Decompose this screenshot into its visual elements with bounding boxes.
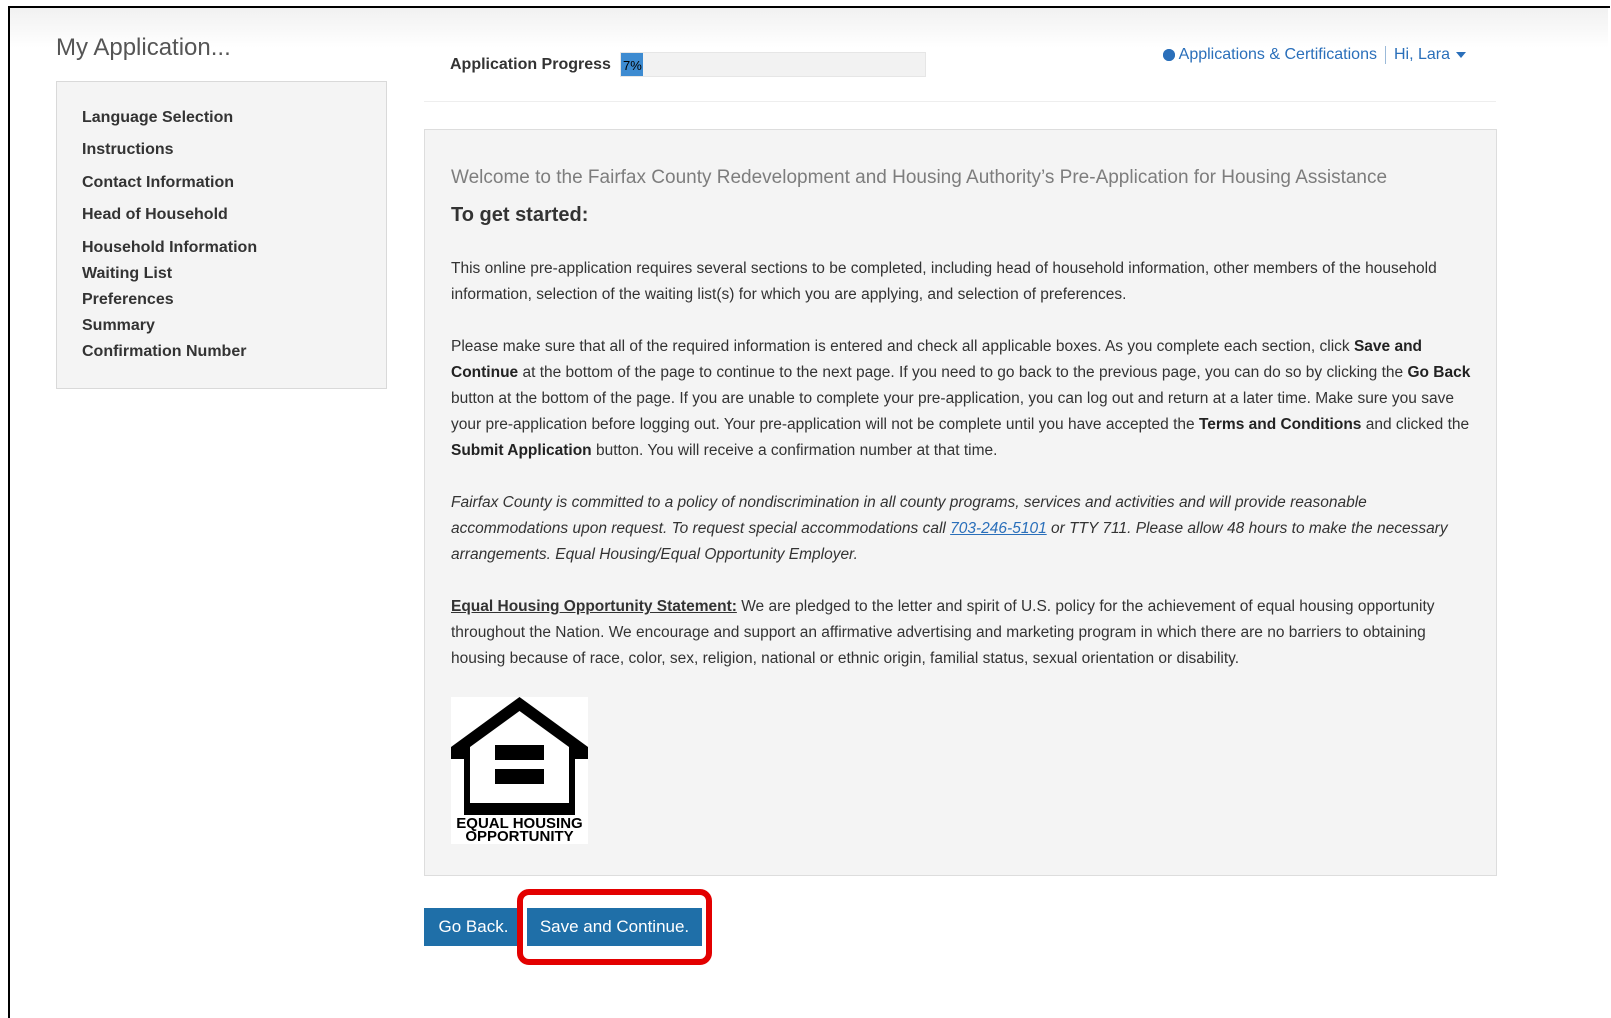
header-links: Applications & Certifications Hi, Lara: [1162, 46, 1466, 64]
phone-link[interactable]: 703-246-5101: [950, 520, 1047, 537]
instructions-text-5: button. You will receive a confirmation …: [591, 442, 998, 459]
header-background: [10, 8, 1608, 48]
progress-fill: 7%: [621, 53, 643, 76]
progress-label: Application Progress: [450, 56, 611, 73]
sidebar-item-language-selection[interactable]: Language Selection: [82, 109, 233, 127]
instructions-bold-terms: Terms and Conditions: [1198, 416, 1362, 433]
welcome-heading: Welcome to the Fairfax County Redevelopm…: [451, 167, 1388, 188]
sidebar-item-head-of-household[interactable]: Head of Household: [82, 206, 228, 224]
logo-text-line2: OPPORTUNITY: [465, 828, 574, 845]
sidebar-item-contact-information[interactable]: Contact Information: [82, 174, 234, 192]
get-started-heading: To get started:: [451, 204, 589, 226]
gear-icon: [1162, 49, 1175, 61]
sidebar-item-summary[interactable]: Summary: [82, 317, 155, 335]
sidebar-nav: Language Selection Instructions Contact …: [56, 81, 387, 389]
sidebar-item-instructions[interactable]: Instructions: [82, 141, 174, 159]
house-icon: [451, 697, 588, 815]
user-menu[interactable]: Hi, Lara: [1394, 46, 1450, 64]
sidebar-item-waiting-list[interactable]: Waiting List: [82, 265, 172, 283]
instructions-text-4: and clicked the: [1361, 416, 1470, 433]
header-separator: [1384, 46, 1386, 64]
equal-housing-paragraph: Equal Housing Opportunity Statement: We …: [451, 594, 1476, 672]
instructions-text-1: Please make sure that all of the require…: [451, 338, 1354, 355]
instructions-bold-submit: Submit Application: [451, 442, 592, 459]
highlight-box: [517, 889, 712, 965]
caret-down-icon[interactable]: [1456, 52, 1466, 58]
instructions-panel: Welcome to the Fairfax County Redevelopm…: [424, 129, 1497, 876]
instructions-bold-goback: Go Back: [1407, 364, 1471, 381]
page-title: My Application...: [56, 34, 231, 61]
intro-paragraph: This online pre-application requires sev…: [451, 260, 1437, 303]
sidebar-item-confirmation-number[interactable]: Confirmation Number: [82, 343, 246, 361]
sidebar-item-household-information[interactable]: Household Information: [82, 239, 257, 257]
nondiscrimination-paragraph: Fairfax County is committed to a policy …: [451, 490, 1476, 568]
go-back-button[interactable]: Go Back.: [424, 908, 523, 946]
equal-housing-logo: EQUAL HOUSING OPPORTUNITY: [451, 697, 588, 844]
progress-bar: 7%: [620, 52, 926, 77]
header-divider: [424, 101, 1496, 102]
equal-housing-heading: Equal Housing Opportunity Statement:: [451, 598, 737, 615]
sidebar-item-preferences[interactable]: Preferences: [82, 291, 174, 309]
applications-certifications-link[interactable]: Applications & Certifications: [1179, 46, 1377, 64]
instructions-paragraph: Please make sure that all of the require…: [451, 334, 1476, 464]
instructions-text-2: at the bottom of the page to continue to…: [518, 364, 1408, 381]
